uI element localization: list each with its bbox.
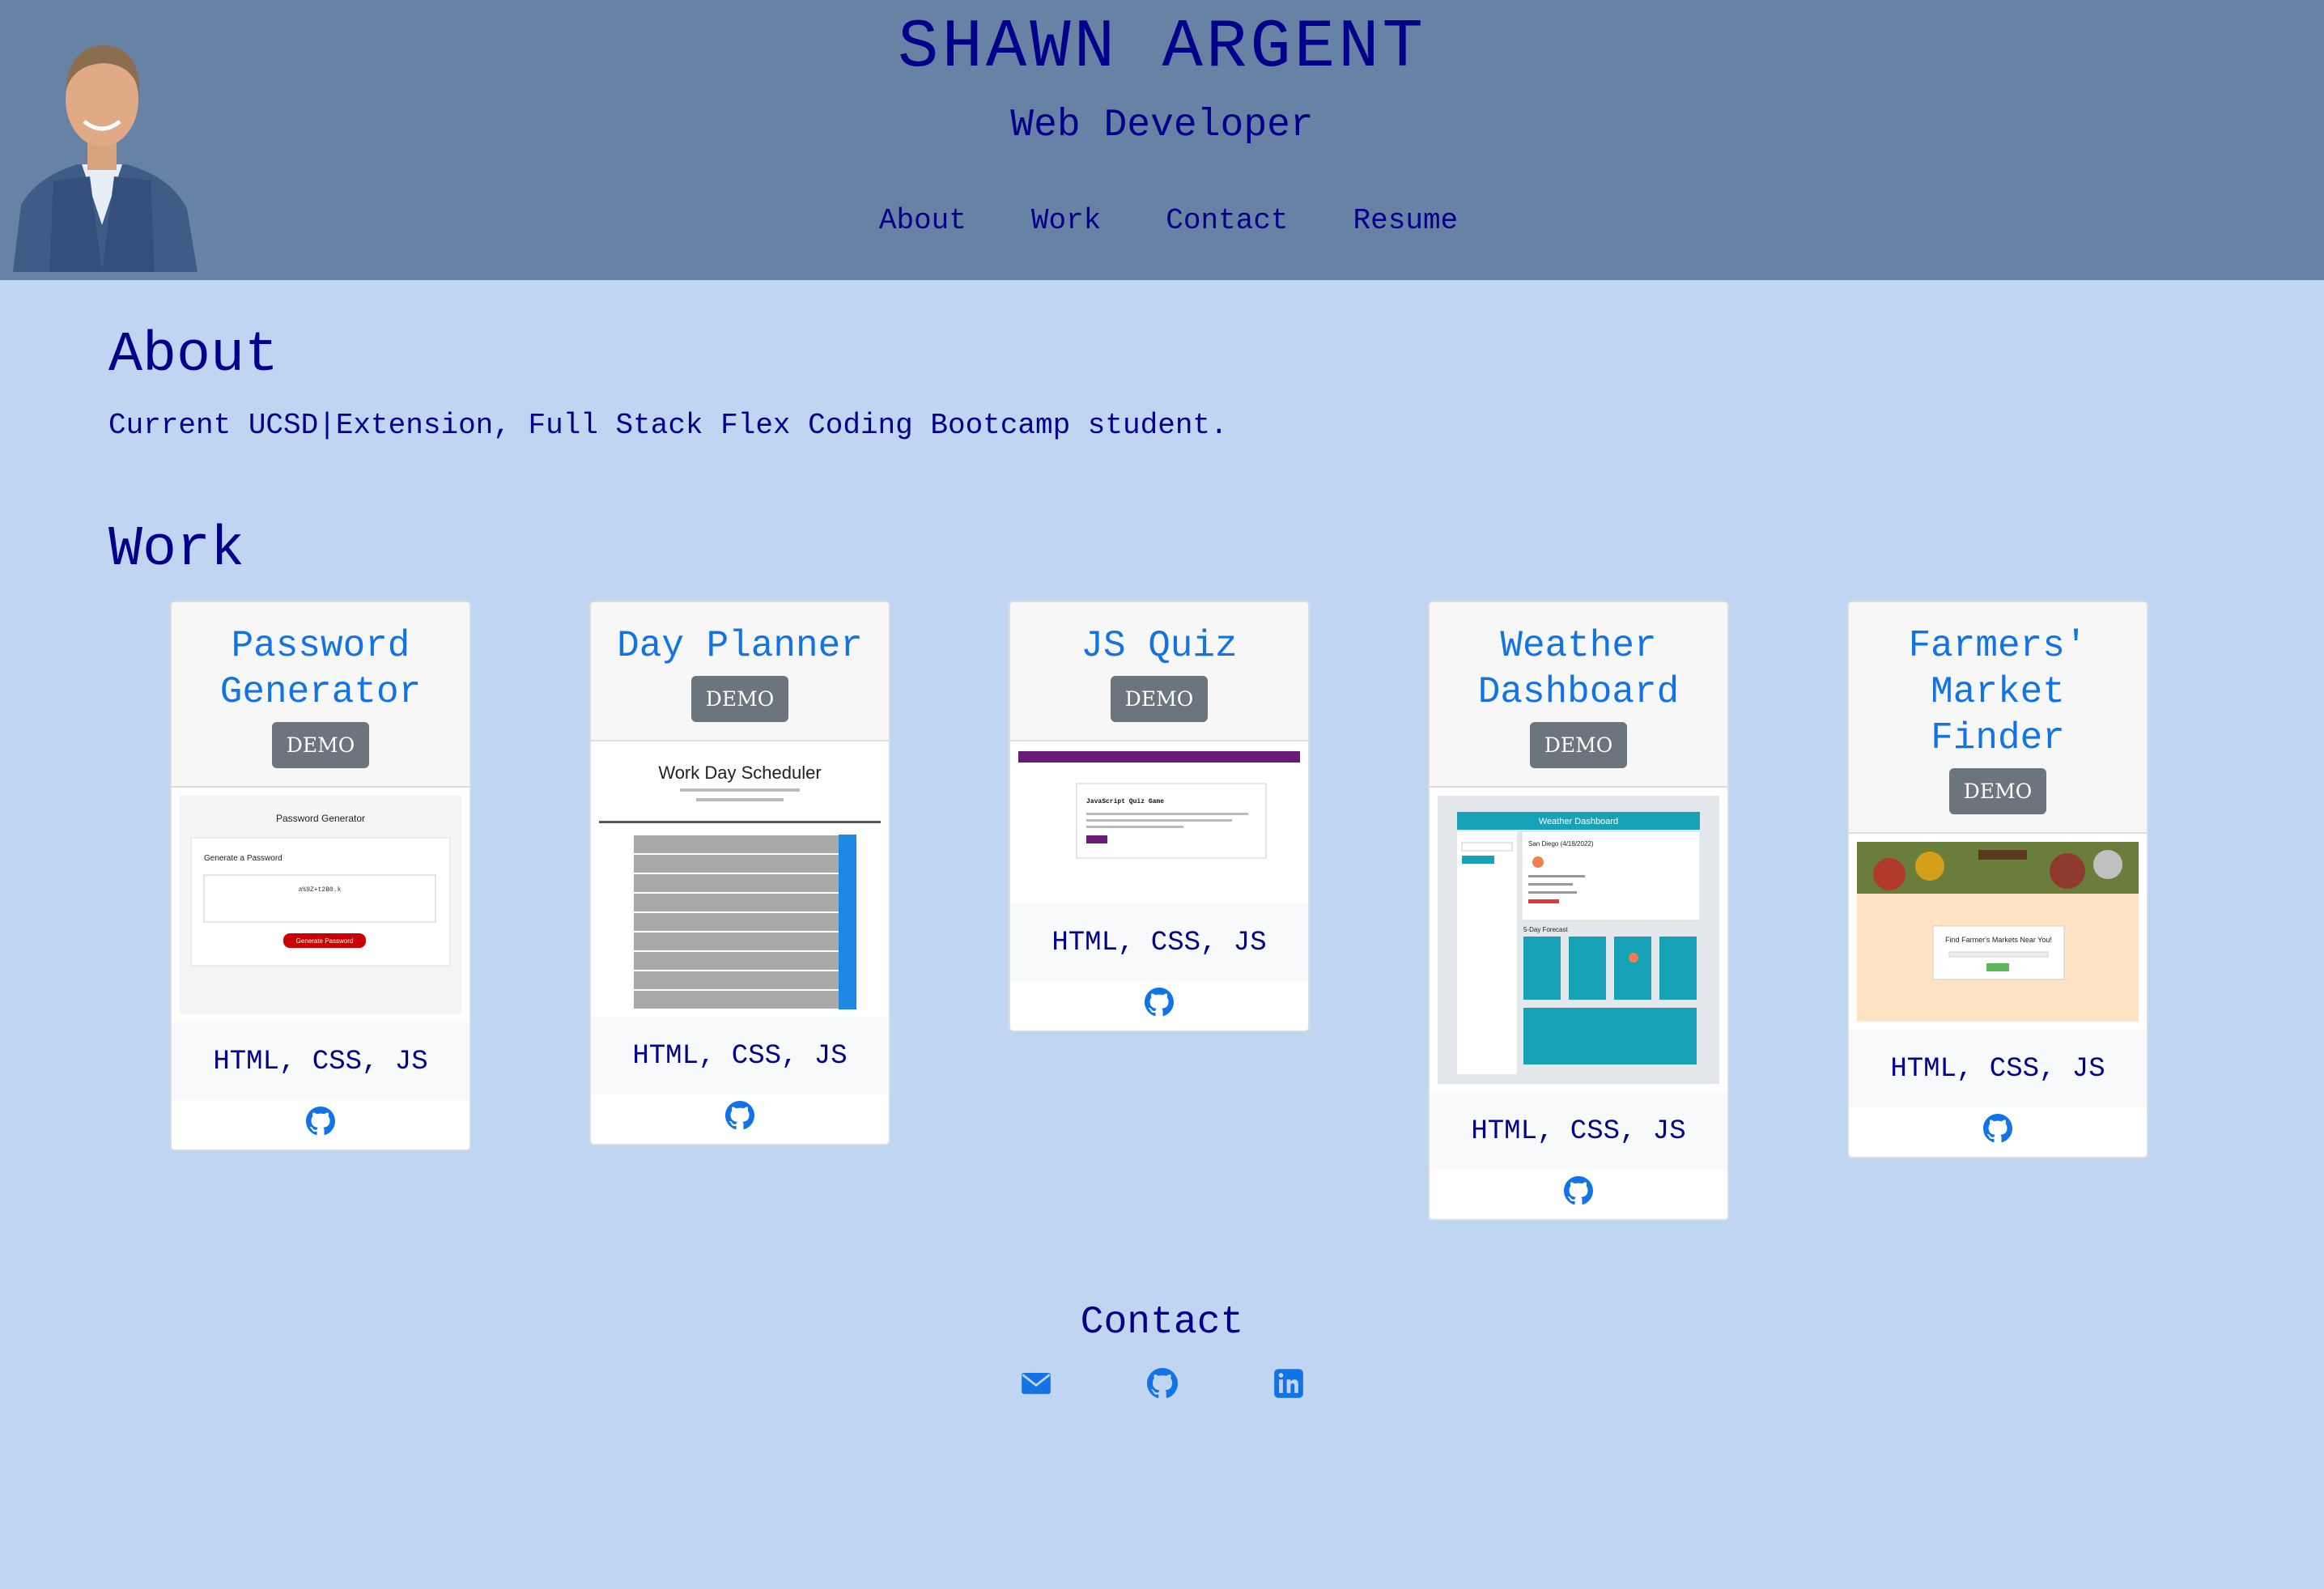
- js-quiz-preview: JavaScript Quiz Game: [1018, 750, 1300, 895]
- svg-text:Weather Dashboard: Weather Dashboard: [1539, 817, 1618, 826]
- main-nav: About Work Contact Resume: [0, 204, 2324, 237]
- svg-text:a%9Z+t2B0.k: a%9Z+t2B0.k: [299, 886, 342, 894]
- github-icon[interactable]: [725, 1101, 754, 1130]
- project-title: Farmers' Market Finder: [1908, 625, 2088, 759]
- nav-about[interactable]: About: [879, 204, 967, 237]
- project-tech: HTML, CSS, JS: [1430, 1092, 1727, 1170]
- password-generator-preview: Password Generator Generate a Password a…: [180, 796, 461, 1014]
- site-title: SHAWN ARGENT: [898, 10, 1426, 87]
- contact-heading: Contact: [1080, 1301, 1244, 1345]
- project-tech: HTML, CSS, JS: [172, 1022, 469, 1100]
- demo-button[interactable]: DEMO: [271, 722, 370, 768]
- site-header: SHAWN ARGENT Web Developer About Work Co…: [0, 0, 2324, 280]
- project-title: Weather Dashboard: [1477, 625, 1680, 713]
- svg-text:Password Generator: Password Generator: [276, 813, 365, 824]
- demo-button[interactable]: DEMO: [1110, 676, 1209, 722]
- demo-button[interactable]: DEMO: [1529, 722, 1628, 768]
- about-text: Current UCSD|Extension, Full Stack Flex …: [108, 409, 1228, 442]
- nav-work[interactable]: Work: [1031, 204, 1101, 237]
- github-icon[interactable]: [1146, 1368, 1178, 1399]
- github-icon[interactable]: [306, 1107, 335, 1136]
- nav-resume[interactable]: Resume: [1353, 204, 1459, 237]
- project-tech: HTML, CSS, JS: [1849, 1030, 2147, 1107]
- github-icon[interactable]: [1145, 988, 1174, 1017]
- project-screenshot: Find Farmer's Markets Near You!: [1849, 834, 2147, 1030]
- project-tech: HTML, CSS, JS: [1010, 903, 1308, 981]
- project-screenshot: Password Generator Generate a Password a…: [172, 788, 469, 1022]
- day-planner-preview: Work Day Scheduler: [591, 741, 889, 1017]
- site-subtitle: Web Developer: [1010, 104, 1314, 147]
- nav-contact[interactable]: Contact: [1166, 204, 1288, 237]
- contact-links: [0, 1368, 2324, 1399]
- envelope-icon[interactable]: [1021, 1368, 1052, 1399]
- project-screenshot: JavaScript Quiz Game: [1010, 741, 1308, 903]
- project-card-day-planner: Day Planner DEMO Work Day Scheduler HTML…: [589, 601, 890, 1145]
- svg-text:JavaScript Quiz Game: JavaScript Quiz Game: [1086, 798, 1164, 805]
- project-card-js-quiz: JS Quiz DEMO JavaScript Quiz Game HTML, …: [1009, 601, 1310, 1032]
- svg-text:Generate Password: Generate Password: [296, 937, 354, 945]
- svg-text:Find Farmer's Markets Near You: Find Farmer's Markets Near You!: [1945, 936, 2052, 944]
- project-card-password-generator: Password Generator DEMO Password Generat…: [170, 601, 471, 1151]
- github-icon[interactable]: [1564, 1176, 1593, 1205]
- project-title: Day Planner: [617, 625, 863, 667]
- github-icon[interactable]: [1983, 1114, 2012, 1143]
- svg-text:San Diego (4/18/2022): San Diego (4/18/2022): [1528, 840, 1594, 848]
- project-tech: HTML, CSS, JS: [591, 1017, 889, 1094]
- demo-button[interactable]: DEMO: [1948, 768, 2047, 814]
- about-heading: About: [108, 324, 279, 388]
- svg-text:5-Day Forecast: 5-Day Forecast: [1523, 926, 1568, 933]
- project-title: Password Generator: [219, 625, 422, 713]
- project-card-farmers-market-finder: Farmers' Market Finder DEMO Find Farmer'…: [1847, 601, 2148, 1158]
- weather-dashboard-preview: Weather Dashboard San Diego (4/18/2022) …: [1438, 796, 1719, 1084]
- project-screenshot: Weather Dashboard San Diego (4/18/2022) …: [1430, 788, 1727, 1092]
- farmers-market-preview: Find Farmer's Markets Near You!: [1857, 842, 2139, 1022]
- project-title: JS Quiz: [1081, 625, 1238, 667]
- demo-button[interactable]: DEMO: [690, 676, 789, 722]
- work-heading: Work: [108, 518, 245, 582]
- svg-text:Work Day Scheduler: Work Day Scheduler: [658, 763, 821, 783]
- project-card-weather-dashboard: Weather Dashboard DEMO Weather Dashboard…: [1428, 601, 1729, 1221]
- linkedin-icon[interactable]: [1273, 1368, 1304, 1399]
- project-screenshot: Work Day Scheduler: [591, 741, 889, 1017]
- svg-text:Generate a Password: Generate a Password: [204, 854, 283, 863]
